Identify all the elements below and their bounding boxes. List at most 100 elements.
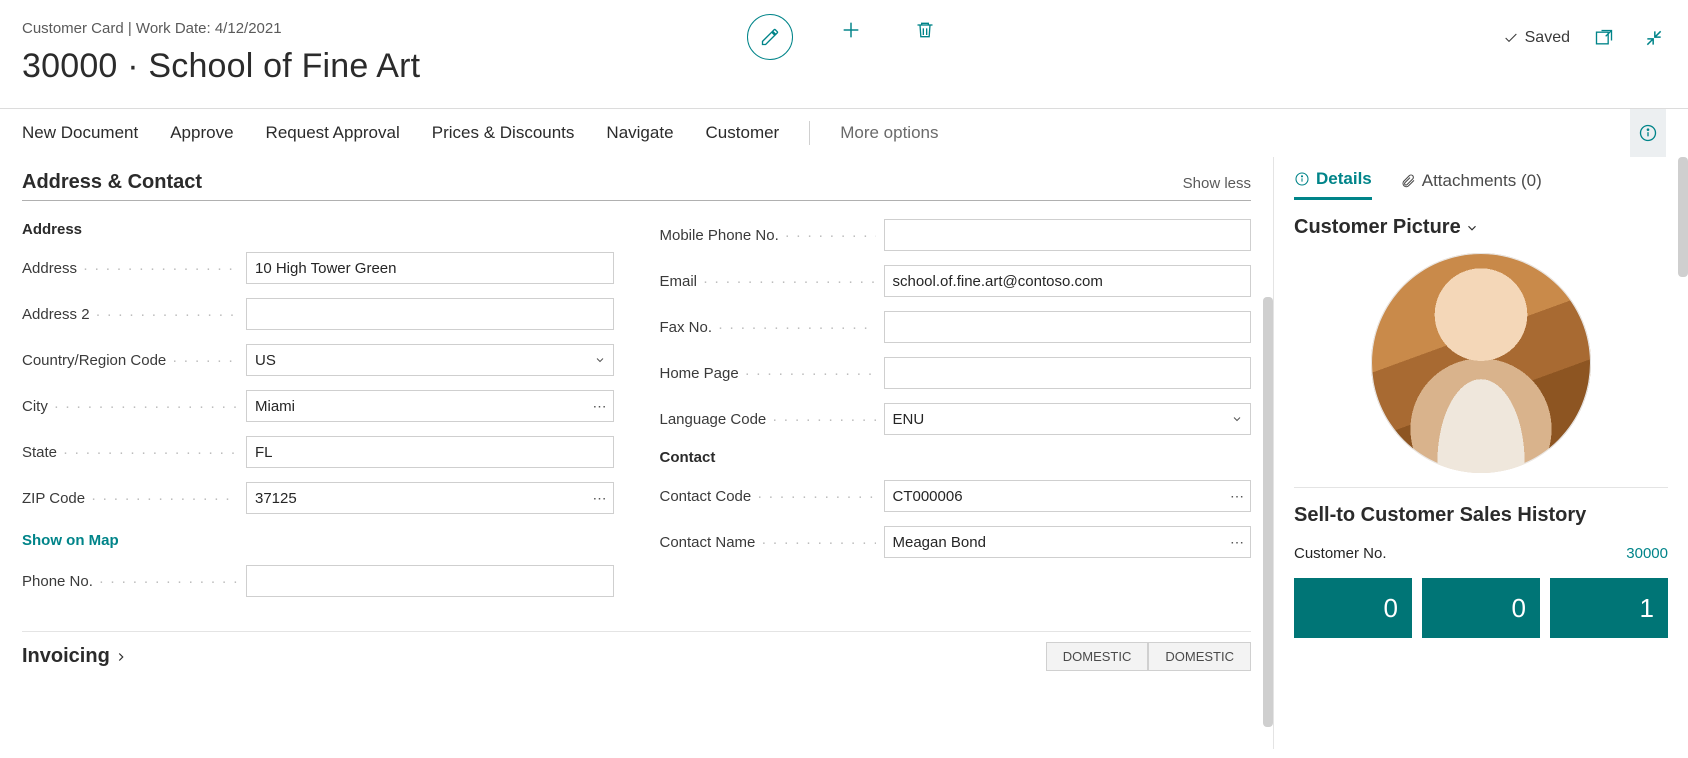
fax-label: Fax No.	[660, 319, 713, 336]
header-right: Saved	[1503, 22, 1670, 54]
show-on-map-link[interactable]: Show on Map	[22, 532, 119, 549]
factbox-tabs: Details Attachments (0)	[1274, 169, 1688, 200]
saved-label: Saved	[1525, 29, 1570, 47]
chevron-down-icon[interactable]	[1224, 404, 1250, 434]
summary-chip: DOMESTIC	[1046, 642, 1149, 671]
field-email: Email	[660, 265, 1252, 297]
action-more-options[interactable]: More options	[824, 109, 954, 157]
contact-name-input[interactable]	[885, 527, 1225, 557]
history-tile[interactable]: 0	[1422, 578, 1540, 638]
field-language: Language Code	[660, 403, 1252, 435]
page-header: Customer Card | Work Date: 4/12/2021 300…	[0, 0, 1688, 94]
fasttab-title: Address & Contact	[22, 171, 202, 194]
zip-input[interactable]	[247, 483, 587, 513]
scrollbar[interactable]	[1263, 297, 1273, 727]
fasttab-invoicing-header: Invoicing DOMESTIC DOMESTIC	[22, 631, 1251, 671]
state-label: State	[22, 444, 57, 461]
field-homepage: Home Page	[660, 357, 1252, 389]
chevron-down-icon[interactable]	[587, 345, 613, 375]
field-zip: ZIP Code ⋯	[22, 482, 614, 514]
address2-label: Address 2	[22, 306, 90, 323]
homepage-label: Home Page	[660, 365, 739, 382]
summary-chip: DOMESTIC	[1148, 642, 1251, 671]
history-tile[interactable]: 0	[1294, 578, 1412, 638]
action-navigate[interactable]: Navigate	[590, 109, 689, 157]
address-column: Address Address Address 2 Country/Region…	[22, 219, 614, 611]
collapse-button[interactable]	[1638, 22, 1670, 54]
main-content: Address & Contact Show less Address Addr…	[0, 157, 1273, 749]
field-address: Address	[22, 252, 614, 284]
body: Address & Contact Show less Address Addr…	[0, 157, 1688, 749]
homepage-input[interactable]	[885, 358, 1251, 388]
saved-indicator: Saved	[1503, 29, 1570, 47]
field-contact-code: Contact Code ⋯	[660, 480, 1252, 512]
page-title: 30000 · School of Fine Art	[22, 47, 1666, 86]
info-icon	[1638, 123, 1658, 143]
email-input[interactable]	[885, 266, 1251, 296]
action-customer[interactable]: Customer	[690, 109, 796, 157]
ellipsis-icon[interactable]: ⋯	[1224, 481, 1250, 511]
customer-no-row: Customer No. 30000	[1274, 535, 1688, 572]
address2-input[interactable]	[247, 299, 613, 329]
ellipsis-icon[interactable]: ⋯	[587, 391, 613, 421]
city-input[interactable]	[247, 391, 587, 421]
tab-attachments-label: Attachments (0)	[1422, 171, 1542, 191]
phone-label: Phone No.	[22, 573, 93, 590]
tab-details[interactable]: Details	[1294, 169, 1372, 200]
contact-code-input[interactable]	[885, 481, 1225, 511]
edit-button[interactable]	[747, 14, 793, 60]
zip-label: ZIP Code	[22, 490, 85, 507]
fax-input[interactable]	[885, 312, 1251, 342]
avatar[interactable]	[1371, 253, 1591, 473]
language-input[interactable]	[885, 404, 1225, 434]
ellipsis-icon[interactable]: ⋯	[587, 483, 613, 513]
invoicing-title: Invoicing	[22, 645, 110, 668]
field-address2: Address 2	[22, 298, 614, 330]
action-separator	[809, 121, 810, 145]
new-button[interactable]	[835, 14, 867, 46]
field-city: City ⋯	[22, 390, 614, 422]
field-state: State	[22, 436, 614, 468]
field-phone: Phone No.	[22, 565, 614, 597]
customer-no-value[interactable]: 30000	[1626, 545, 1668, 562]
field-fax: Fax No.	[660, 311, 1252, 343]
field-mobile: Mobile Phone No.	[660, 219, 1252, 251]
factbox-pane: Details Attachments (0) Customer Picture…	[1273, 157, 1688, 749]
form-columns: Address Address Address 2 Country/Region…	[22, 219, 1251, 611]
country-input[interactable]	[247, 345, 587, 375]
paperclip-icon	[1400, 173, 1416, 189]
history-tile[interactable]: 1	[1550, 578, 1668, 638]
language-label: Language Code	[660, 411, 767, 428]
invoicing-summary: DOMESTIC DOMESTIC	[1046, 642, 1251, 671]
state-input[interactable]	[247, 437, 613, 467]
delete-button[interactable]	[909, 14, 941, 46]
address-input[interactable]	[247, 253, 613, 283]
customer-picture	[1294, 247, 1668, 488]
info-pane-toggle[interactable]	[1630, 109, 1666, 157]
address-label: Address	[22, 260, 77, 277]
sales-history-header[interactable]: Sell-to Customer Sales History	[1274, 488, 1688, 535]
contact-name-label: Contact Name	[660, 534, 756, 551]
tab-attachments[interactable]: Attachments (0)	[1400, 169, 1542, 200]
check-icon	[1503, 30, 1519, 46]
history-tiles: 0 0 1	[1274, 572, 1688, 638]
customer-picture-header[interactable]: Customer Picture	[1274, 200, 1688, 247]
scrollbar[interactable]	[1678, 157, 1688, 277]
info-icon	[1294, 171, 1310, 187]
popout-button[interactable]	[1588, 22, 1620, 54]
action-prices-discounts[interactable]: Prices & Discounts	[416, 109, 591, 157]
mobile-label: Mobile Phone No.	[660, 227, 779, 244]
city-label: City	[22, 398, 48, 415]
ellipsis-icon[interactable]: ⋯	[1224, 527, 1250, 557]
action-new-document[interactable]: New Document	[22, 109, 154, 157]
action-request-approval[interactable]: Request Approval	[250, 109, 416, 157]
show-less-link[interactable]: Show less	[1183, 175, 1251, 192]
invoicing-toggle[interactable]: Invoicing	[22, 645, 128, 668]
action-approve[interactable]: Approve	[154, 109, 249, 157]
contact-column: Mobile Phone No. Email Fax No. Home Page	[660, 219, 1252, 611]
chevron-down-icon	[1465, 221, 1479, 235]
field-contact-name: Contact Name ⋯	[660, 526, 1252, 558]
phone-input[interactable]	[247, 566, 613, 596]
mobile-input[interactable]	[885, 220, 1251, 250]
action-bar: New Document Approve Request Approval Pr…	[0, 109, 1688, 157]
